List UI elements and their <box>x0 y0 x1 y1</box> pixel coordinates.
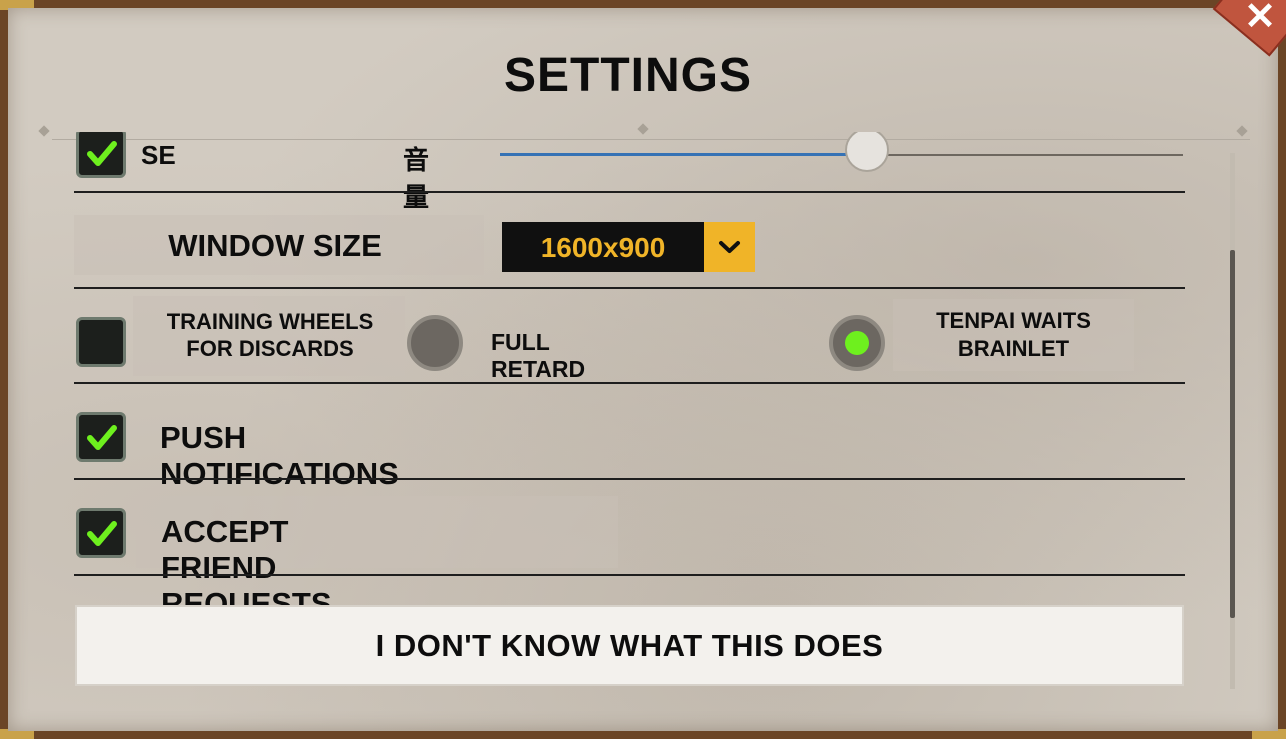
close-icon[interactable]: ✕ <box>1244 0 1276 39</box>
window-size-dropdown[interactable]: 1600x900 <box>502 222 704 272</box>
training-wheels-label-line2: FOR DISCARDS <box>186 336 354 361</box>
volume-slider-track[interactable] <box>867 154 1183 156</box>
checkmark-icon <box>87 521 117 546</box>
friend-requests-checkbox[interactable] <box>76 508 126 558</box>
se-checkbox[interactable] <box>76 132 126 178</box>
dialog-title: SETTINGS <box>503 49 753 102</box>
row-separator <box>74 191 1185 193</box>
full-retard-radio[interactable] <box>407 315 463 371</box>
tenpai-waits-label: TENPAI WAITS BRAINLET <box>893 307 1134 363</box>
row-separator <box>74 574 1185 576</box>
tenpai-label-line1: TENPAI WAITS <box>936 308 1091 333</box>
mystery-button[interactable]: I DON'T KNOW WHAT THIS DOES <box>75 605 1184 686</box>
tenpai-label-line2: BRAINLET <box>957 336 1070 361</box>
settings-scroll-area[interactable]: SE 音量 WINDOW SIZE 1600x900 TRAINING WHEE… <box>0 132 1286 732</box>
checkmark-icon <box>87 425 117 450</box>
row-separator <box>74 382 1185 384</box>
chevron-down-icon <box>719 241 740 253</box>
tenpai-waits-radio[interactable] <box>829 315 885 371</box>
checkmark-icon <box>87 141 117 166</box>
volume-label: 音量 <box>403 146 430 213</box>
full-retard-label: FULL RETARD <box>491 329 586 382</box>
window-size-label: WINDOW SIZE <box>168 228 382 263</box>
radio-selected-dot <box>845 331 869 355</box>
volume-slider-thumb[interactable] <box>845 132 889 172</box>
push-notifications-label: PUSH NOTIFICATIONS <box>160 420 399 491</box>
row-separator <box>74 287 1185 289</box>
training-wheels-checkbox[interactable] <box>76 317 126 367</box>
se-label: SE <box>141 140 176 170</box>
volume-slider-fill[interactable] <box>500 153 867 156</box>
dialog-frame: SETTINGS ✕ SE 音量 WINDOW SIZE 1600x900 TR… <box>0 0 1286 739</box>
window-size-dropdown-toggle[interactable] <box>704 222 755 272</box>
scrollbar-thumb[interactable] <box>1230 250 1235 618</box>
training-wheels-label-line1: TRAINING WHEELS <box>166 309 374 334</box>
push-notifications-checkbox[interactable] <box>76 412 126 462</box>
row-separator <box>74 478 1185 480</box>
training-wheels-label: TRAINING WHEELS FOR DISCARDS <box>135 308 405 362</box>
